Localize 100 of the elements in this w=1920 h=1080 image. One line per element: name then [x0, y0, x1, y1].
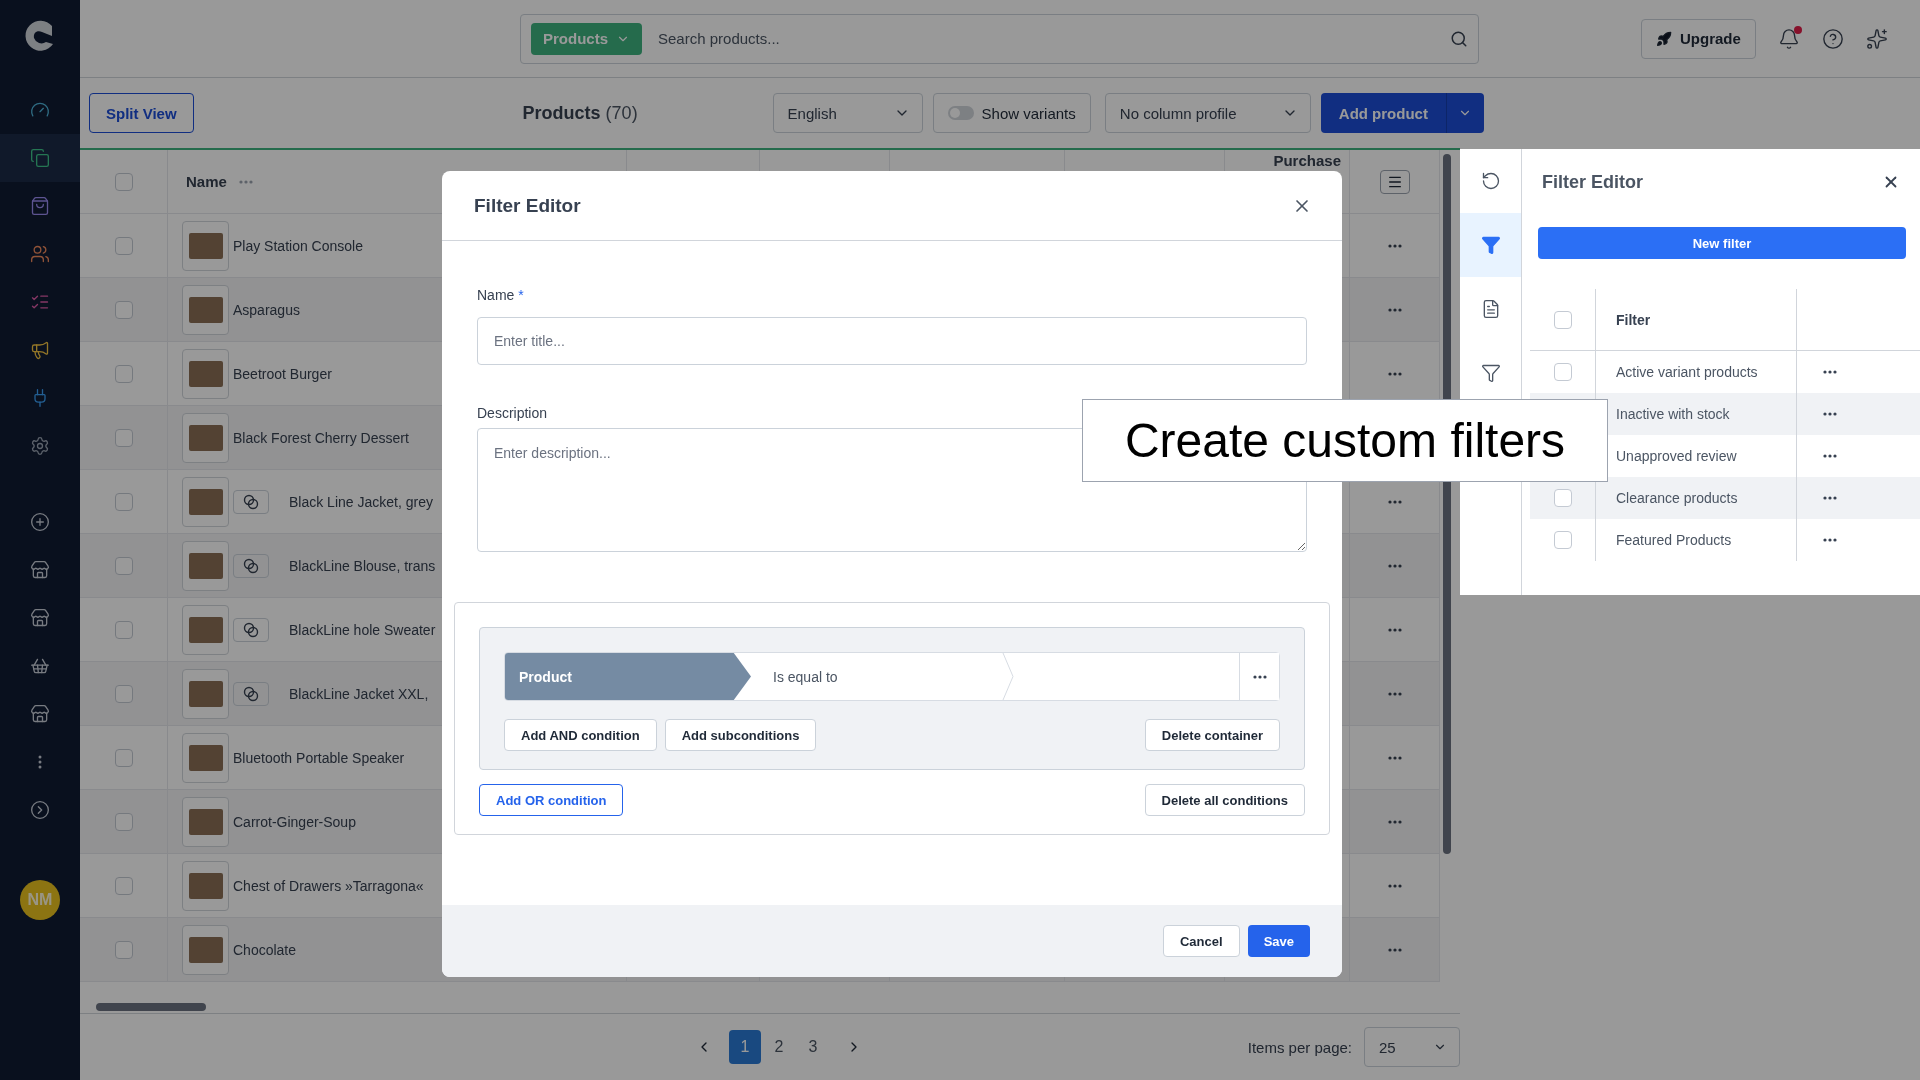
product-name[interactable]: Beetroot Burger	[233, 365, 332, 382]
field-selector[interactable]: Product	[505, 653, 751, 700]
row-checkbox[interactable]	[114, 556, 133, 575]
row-actions-button[interactable]	[1387, 499, 1402, 504]
more-icon[interactable]	[1823, 538, 1837, 542]
search-icon[interactable]	[1450, 29, 1468, 48]
sidebar-item[interactable]	[0, 134, 80, 182]
name-input[interactable]: Enter title...	[477, 317, 1307, 365]
more-icon[interactable]	[1823, 370, 1837, 374]
plus-circle-icon	[30, 512, 50, 532]
language-select[interactable]: English	[772, 93, 923, 133]
row-actions-button[interactable]	[1387, 947, 1402, 952]
field-label: Description	[477, 405, 548, 421]
horizontal-scrollbar[interactable]	[96, 1003, 206, 1011]
row-checkbox[interactable]	[114, 428, 133, 447]
column-header[interactable]: Purchase	[1273, 150, 1341, 169]
panel-tab[interactable]	[1460, 213, 1521, 277]
row-checkbox[interactable]	[1553, 489, 1572, 507]
row-actions-button[interactable]	[1387, 371, 1402, 376]
product-name[interactable]: BlackLine Jacket XXL,	[289, 685, 429, 702]
items-per-page-select[interactable]: 25	[1364, 1027, 1460, 1067]
select-all-checkbox[interactable]	[114, 172, 133, 191]
product-name[interactable]: Black Forest Cherry Dessert	[233, 429, 409, 446]
circles-icon	[243, 621, 259, 638]
product-name[interactable]: Carrot-Ginger-Soup	[233, 813, 356, 830]
more-icon[interactable]	[1823, 454, 1837, 458]
filter-row[interactable]: Clearance products	[1530, 477, 1920, 519]
toggle-switch[interactable]	[947, 106, 974, 120]
filter-name[interactable]: Active variant products	[1616, 364, 1758, 380]
help-button[interactable]	[1821, 27, 1844, 50]
variants-badge[interactable]	[233, 681, 269, 706]
column-menu-button[interactable]	[1379, 169, 1410, 194]
save-button[interactable]: Save	[1247, 925, 1310, 957]
photo-placeholder	[188, 936, 223, 963]
row-checkbox[interactable]	[114, 492, 133, 511]
more-icon[interactable]	[1823, 496, 1837, 500]
split-view-button[interactable]: Split View	[89, 93, 194, 133]
row-checkbox[interactable]	[114, 364, 133, 383]
product-name[interactable]: Black Line Jacket, grey	[289, 493, 433, 510]
row-checkbox[interactable]	[114, 748, 133, 767]
row-actions-button[interactable]	[1387, 883, 1402, 888]
more-icon	[1387, 499, 1402, 504]
row-checkbox[interactable]	[114, 876, 133, 895]
row-checkbox[interactable]	[1553, 531, 1572, 549]
product-name[interactable]: Asparagus	[233, 301, 300, 318]
required-mark: *	[518, 287, 524, 303]
upgrade-button[interactable]: Upgrade	[1641, 18, 1756, 59]
bell-icon	[1777, 27, 1800, 50]
row-actions-button[interactable]	[1387, 691, 1402, 696]
add-subconditions-button[interactable]: Add subconditions	[664, 719, 817, 751]
show-variants-toggle[interactable]: Show variants	[932, 93, 1091, 133]
megaphone-icon	[30, 340, 50, 360]
dialog-title: Filter Editor	[474, 194, 581, 217]
product-name[interactable]: Chest of Drawers »Tarragona«	[233, 877, 424, 894]
cancel-button[interactable]: Cancel	[1163, 925, 1240, 957]
filter-name[interactable]: Clearance products	[1616, 490, 1738, 506]
row-checkbox[interactable]	[114, 940, 133, 959]
add-product-button[interactable]: Add product	[1320, 93, 1446, 133]
variants-badge[interactable]	[233, 489, 269, 514]
filter-name[interactable]: Unapproved review	[1616, 448, 1737, 464]
row-actions-button[interactable]	[1387, 563, 1402, 568]
add-or-condition-button[interactable]: Add OR condition	[479, 784, 624, 816]
row-checkbox[interactable]	[114, 300, 133, 319]
row-actions-button[interactable]	[1387, 307, 1402, 312]
page-button[interactable]: 1	[729, 1030, 761, 1064]
page-button[interactable]: 3	[797, 1030, 829, 1064]
product-name[interactable]: Chocolate	[233, 941, 297, 958]
row-actions-button[interactable]	[1387, 819, 1402, 824]
more-icon	[1252, 674, 1267, 679]
photo-placeholder	[188, 232, 223, 259]
row-checkbox[interactable]	[1553, 363, 1572, 381]
photo-placeholder	[188, 488, 223, 515]
filter-name[interactable]: Featured Products	[1616, 532, 1732, 548]
more-icon	[1387, 307, 1402, 312]
variants-badge[interactable]	[233, 617, 269, 642]
row-checkbox[interactable]	[114, 236, 133, 255]
row-actions-button[interactable]	[1387, 627, 1402, 632]
column-profile-select[interactable]: No column profile	[1104, 93, 1311, 133]
notifications-button[interactable]	[1777, 27, 1800, 50]
row-checkbox[interactable]	[114, 812, 133, 831]
product-name[interactable]: Play Station Console	[233, 237, 363, 254]
filter-name[interactable]: Inactive with stock	[1616, 406, 1730, 422]
delete-container-button[interactable]: Delete container	[1144, 719, 1280, 751]
new-filter-button[interactable]: New filter	[1538, 227, 1906, 259]
delete-all-conditions-button[interactable]: Delete all conditions	[1144, 784, 1305, 816]
variants-badge[interactable]	[233, 553, 269, 578]
more-icon[interactable]	[1823, 412, 1837, 416]
product-name[interactable]: BlackLine hole Sweater	[289, 621, 436, 638]
assistant-button[interactable]	[1865, 27, 1888, 50]
row-actions-button[interactable]	[1387, 243, 1402, 248]
product-name[interactable]: Bluetooth Portable Speaker	[233, 749, 405, 766]
funnel-icon	[1480, 363, 1501, 383]
row-actions-button[interactable]	[1387, 755, 1402, 760]
column-header[interactable]: Name	[186, 173, 227, 190]
row-checkbox[interactable]	[114, 684, 133, 703]
page-button[interactable]: 2	[763, 1030, 795, 1064]
row-checkbox[interactable]	[114, 620, 133, 639]
select-all-checkbox[interactable]	[1553, 310, 1572, 329]
add-and-condition-button[interactable]: Add AND condition	[504, 719, 657, 751]
product-name[interactable]: BlackLine Blouse, trans	[289, 557, 436, 574]
